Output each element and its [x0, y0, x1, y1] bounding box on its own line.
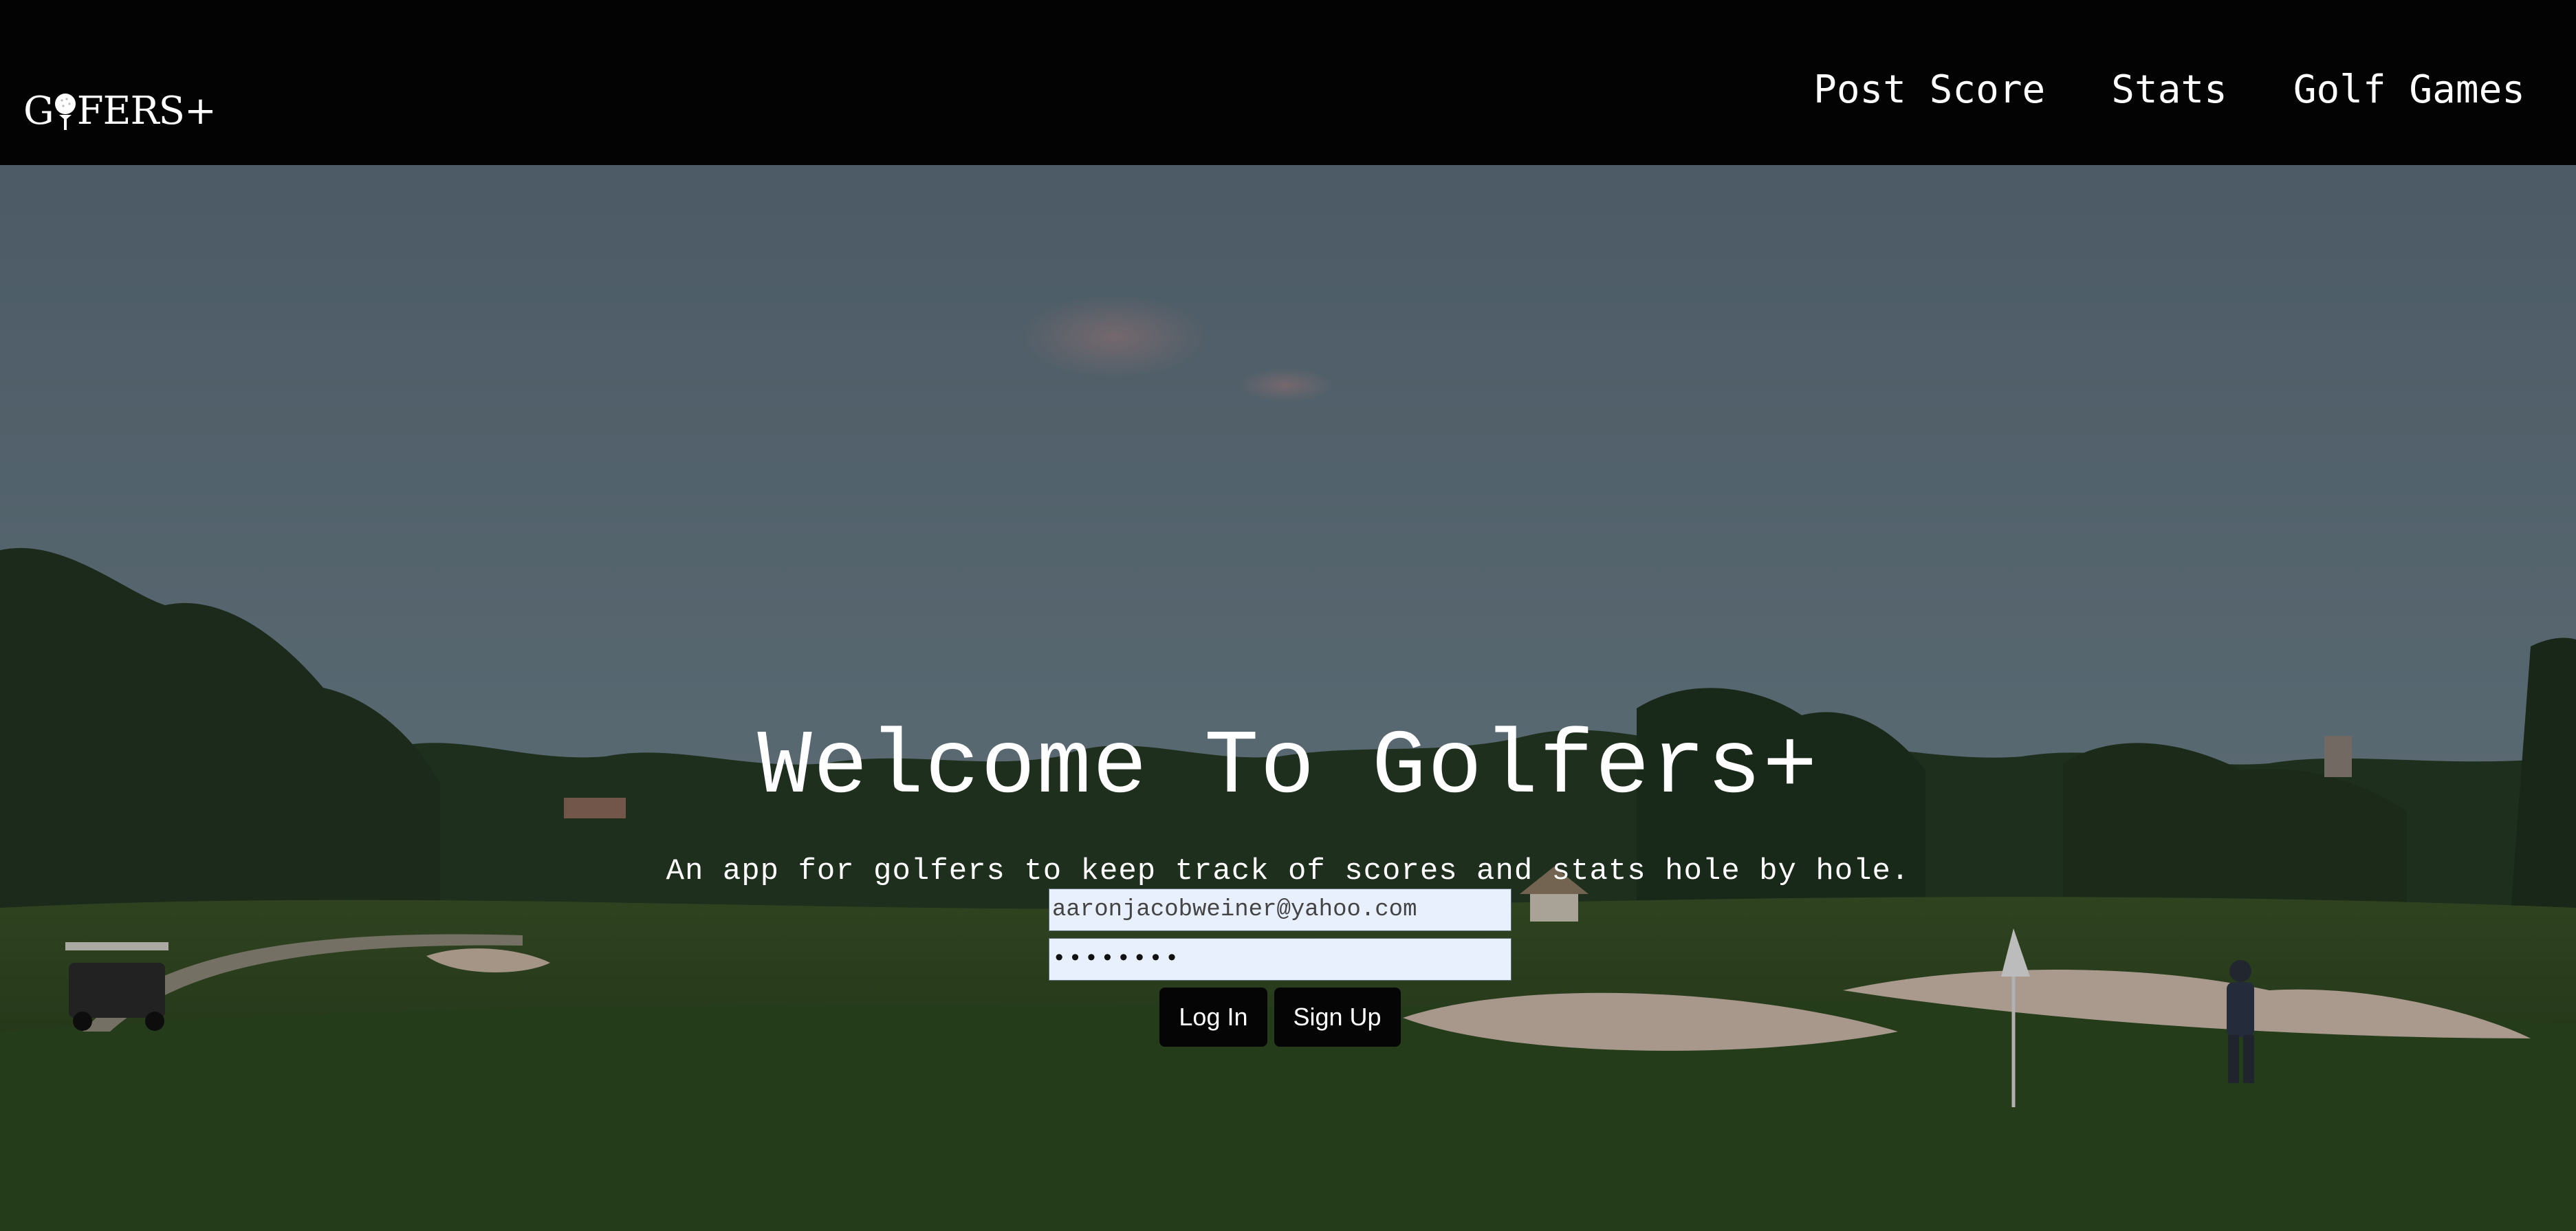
- logo-text-start: G: [23, 88, 54, 133]
- nav-golf-games[interactable]: Golf Games: [2293, 67, 2525, 112]
- hero-section: Welcome To Golfers+ An app for golfers t…: [0, 165, 2576, 1231]
- email-field[interactable]: [1049, 889, 1511, 931]
- top-navigation-bar: G FERS+ Post Score Stats Golf Games: [0, 0, 2576, 165]
- logo-text-end: FERS+: [76, 88, 217, 133]
- auth-button-row: Log In Sign Up: [1049, 988, 1511, 1047]
- nav-post-score[interactable]: Post Score: [1813, 67, 2045, 112]
- page-subtitle: An app for golfers to keep track of scor…: [666, 854, 1910, 889]
- nav-stats[interactable]: Stats: [2111, 67, 2227, 112]
- page-title: Welcome To Golfers+: [757, 716, 1819, 819]
- log-in-button[interactable]: Log In: [1159, 988, 1267, 1047]
- main-nav: Post Score Stats Golf Games: [1813, 67, 2525, 112]
- app-logo[interactable]: G FERS+: [23, 88, 217, 133]
- golf-ball-on-tee-icon: [54, 94, 76, 130]
- sign-up-button[interactable]: Sign Up: [1274, 988, 1401, 1047]
- password-field[interactable]: [1049, 938, 1511, 981]
- login-form: Log In Sign Up: [1049, 889, 1511, 1047]
- hero-content: Welcome To Golfers+ An app for golfers t…: [0, 722, 2576, 889]
- golf-course-background-image: [0, 165, 2576, 1231]
